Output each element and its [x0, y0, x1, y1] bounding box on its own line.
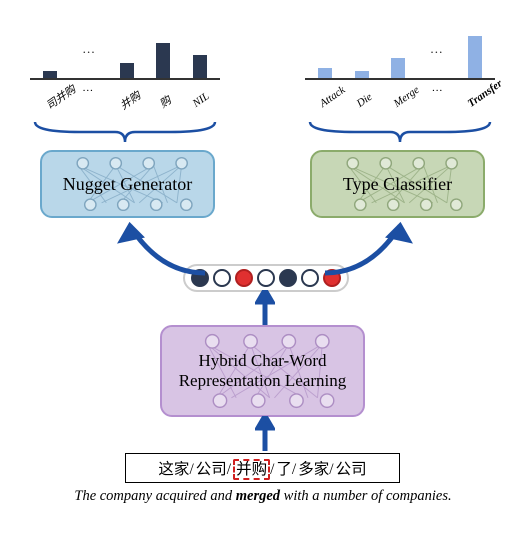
token-highlight: 并购/ — [233, 457, 274, 479]
type-output-chart: … Attack Die Merge … Transfer — [305, 20, 495, 105]
bar — [193, 55, 207, 78]
arrow-icon — [100, 218, 230, 278]
arrow-icon — [300, 218, 430, 278]
token: 公司/ — [196, 457, 231, 479]
tick-label: 司并购 — [42, 92, 63, 113]
tick-label: … — [430, 82, 444, 94]
nugget-output-chart: … 司并购 … 并购 购 NIL — [30, 20, 220, 105]
tick-label: … — [81, 82, 95, 98]
bars: … — [305, 20, 495, 80]
tick-label: Transfer — [466, 92, 484, 110]
bar — [318, 68, 332, 78]
tick-label: 并购 — [117, 92, 138, 113]
vector-dot — [279, 269, 297, 287]
bar — [43, 71, 57, 78]
bars: … — [30, 20, 220, 80]
input-sentence: 这家/ 公司/ 并购/ 了/ 多家/ 公司 — [125, 453, 400, 483]
module-label: Type Classifier — [343, 174, 452, 195]
token: 了/ — [276, 457, 296, 479]
translation-caption: The company acquired and merged with a n… — [0, 488, 526, 505]
module-label: Nugget Generator — [63, 174, 192, 195]
bar — [120, 63, 134, 78]
arrow-icon — [255, 416, 275, 456]
ellipsis: … — [80, 41, 98, 57]
bar — [355, 71, 369, 78]
tick-label: Merge — [392, 92, 410, 110]
brace-icon — [30, 120, 220, 144]
module-label: Hybrid Char-Word — [198, 351, 326, 371]
tick-label: Attack — [317, 92, 335, 110]
ellipsis: … — [427, 41, 445, 57]
bar — [468, 36, 482, 78]
type-classifier-module: Type Classifier — [310, 150, 485, 218]
token: 公司 — [336, 457, 367, 479]
token: 多家/ — [298, 457, 333, 479]
tick-label: NIL — [191, 92, 212, 113]
arrow-icon — [255, 290, 275, 330]
brace-icon — [305, 120, 495, 144]
bar — [156, 43, 170, 78]
hybrid-representation-module: Hybrid Char-Word Representation Learning — [160, 325, 365, 417]
tick-label: Die — [354, 92, 372, 110]
bar — [391, 58, 405, 78]
token: 这家/ — [158, 457, 193, 479]
nugget-generator-module: Nugget Generator — [40, 150, 215, 218]
vector-dot — [235, 269, 253, 287]
tick-label: 购 — [154, 92, 175, 113]
module-label: Representation Learning — [179, 371, 347, 391]
vector-dot — [257, 269, 275, 287]
